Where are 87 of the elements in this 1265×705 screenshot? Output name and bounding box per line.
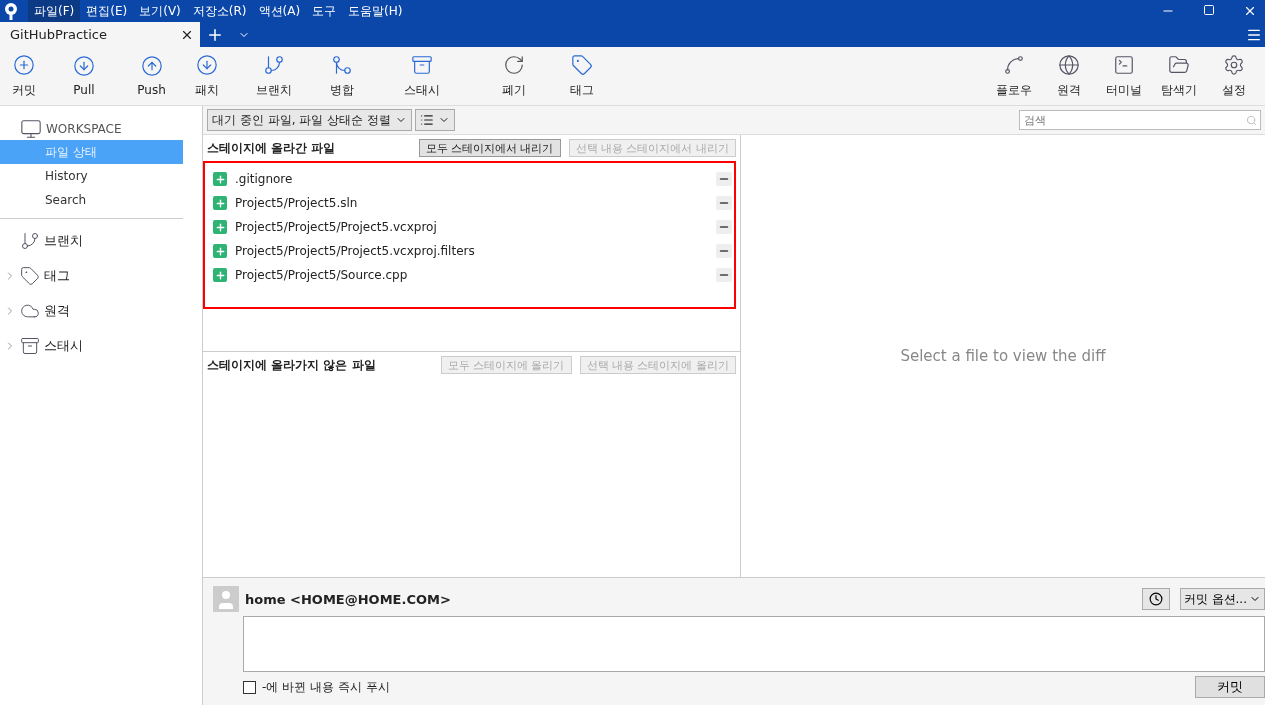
toolbar-button[interactable]: 브랜치 [234, 53, 314, 99]
unstage-file-button[interactable] [716, 172, 732, 186]
settings-icon [1222, 53, 1245, 76]
folder-icon [1167, 53, 1190, 76]
checkbox-label: -에 바뀐 내용 즉시 푸시 [262, 678, 390, 696]
toolbar-button[interactable]: 태그 [554, 53, 609, 99]
added-file-icon [213, 220, 227, 234]
file-row[interactable]: Project5/Project5/Project5.vcxproj [205, 215, 734, 239]
toolbar-button[interactable]: 병합 [314, 53, 369, 99]
refresh-icon [503, 53, 525, 76]
toolbar-button[interactable]: 스태시 [369, 53, 474, 99]
tag-icon [20, 265, 40, 286]
globe-icon [1057, 53, 1080, 76]
file-path: Project5/Project5/Project5.vcxproj.filters [235, 244, 475, 258]
repo-tab[interactable]: GitHubPractice [0, 22, 200, 47]
toolbar-button[interactable]: 플로우 [986, 53, 1041, 99]
toolbar-button[interactable]: 패치 [179, 53, 234, 99]
avatar [213, 586, 239, 612]
toolbar-button[interactable]: 터미널 [1096, 53, 1151, 99]
toolbar-button[interactable]: 탐색기 [1151, 53, 1206, 99]
author-name: home <HOME@HOME.COM> [245, 591, 451, 607]
added-file-icon [213, 244, 227, 258]
pane-title: 스테이지에 올라간 파일 [207, 139, 336, 157]
menu-item[interactable]: 보기(V) [133, 0, 187, 22]
tag-icon [570, 53, 593, 76]
file-path: Project5/Project5/Source.cpp [235, 268, 408, 282]
down-arrow-circle-icon [73, 55, 95, 77]
toolbar-button[interactable]: Pull [44, 55, 124, 97]
file-path: Project5/Project5.sln [235, 196, 358, 210]
unstage-file-button[interactable] [716, 196, 732, 210]
clock-icon [1148, 592, 1163, 606]
archive-icon [410, 53, 433, 76]
maximize-icon[interactable] [1203, 4, 1215, 16]
file-path: .gitignore [235, 172, 293, 186]
menu-item[interactable]: 편집(E) [80, 0, 134, 22]
push-checkbox[interactable] [243, 680, 256, 694]
file-row[interactable]: Project5/Project5/Project5.vcxproj.filters [205, 239, 734, 263]
unstage-file-button[interactable] [716, 220, 732, 234]
toolbar-button[interactable]: 폐기 [474, 53, 554, 99]
menu-item[interactable]: 도구 [306, 0, 343, 22]
merge-icon [330, 53, 353, 76]
archive-icon [20, 335, 40, 356]
sidebar-section[interactable]: 스태시 [44, 336, 83, 355]
toolbar-button[interactable]: 커밋 [4, 53, 44, 99]
added-file-icon [213, 196, 227, 210]
flow-icon [1002, 53, 1025, 76]
empty-diff-message: Select a file to view the diff [900, 347, 1106, 365]
commit-button[interactable]: 커밋 [1195, 676, 1265, 698]
plus-circle-icon [13, 53, 35, 76]
sidebar-item[interactable]: Search [0, 188, 183, 212]
up-arrow-circle-icon [140, 55, 163, 77]
monitor-icon [20, 118, 42, 140]
list-icon [419, 113, 434, 127]
toolbar-button[interactable]: Push [124, 55, 179, 97]
sort-dropdown[interactable]: 대기 중인 파일, 파일 상태순 정렬 [207, 109, 412, 131]
menu-item[interactable]: 도움말(H) [342, 0, 409, 22]
menu-item[interactable]: 액션(A) [252, 0, 307, 22]
sidebar-section[interactable]: 태그 [44, 266, 70, 285]
commit-message-field[interactable] [243, 616, 1265, 672]
commit-options-dropdown[interactable]: 커밋 옵션... [1179, 588, 1265, 610]
sidebar-item[interactable]: History [0, 164, 183, 188]
search-icon [1246, 115, 1257, 126]
history-button[interactable] [1141, 588, 1170, 610]
down-arrow-circle-icon [195, 53, 218, 76]
sidebar-section[interactable]: 원격 [44, 301, 70, 320]
file-path: Project5/Project5/Project5.vcxproj [235, 220, 437, 234]
pane-title: 스테이지에 올라가지 않은 파일 [207, 356, 376, 374]
added-file-icon [213, 172, 227, 186]
search-field[interactable]: 검색 [1019, 110, 1261, 130]
menu-item[interactable]: 저장소(R) [186, 0, 253, 22]
section-title: WORKSPACE [46, 122, 122, 136]
close-icon[interactable] [1243, 4, 1257, 18]
file-row[interactable]: .gitignore [205, 167, 734, 191]
unstage-file-button[interactable] [716, 268, 732, 282]
terminal-icon [1112, 53, 1135, 76]
toolbar-button[interactable]: 원격 [1041, 53, 1096, 99]
unstage-button[interactable]: 모두 스테이지에서 내리기 [418, 139, 561, 157]
unstage-file-button[interactable] [716, 244, 732, 258]
branch-icon [263, 53, 285, 76]
file-row[interactable]: Project5/Project5/Source.cpp [205, 263, 734, 287]
branch-icon [20, 230, 40, 251]
view-dropdown[interactable] [414, 109, 455, 131]
menu-item[interactable]: 파일(F) [28, 0, 81, 22]
sidebar-section[interactable]: 브랜치 [44, 231, 83, 250]
added-file-icon [213, 268, 227, 282]
file-row[interactable]: Project5/Project5.sln [205, 191, 734, 215]
toolbar-button[interactable]: 설정 [1206, 53, 1261, 99]
